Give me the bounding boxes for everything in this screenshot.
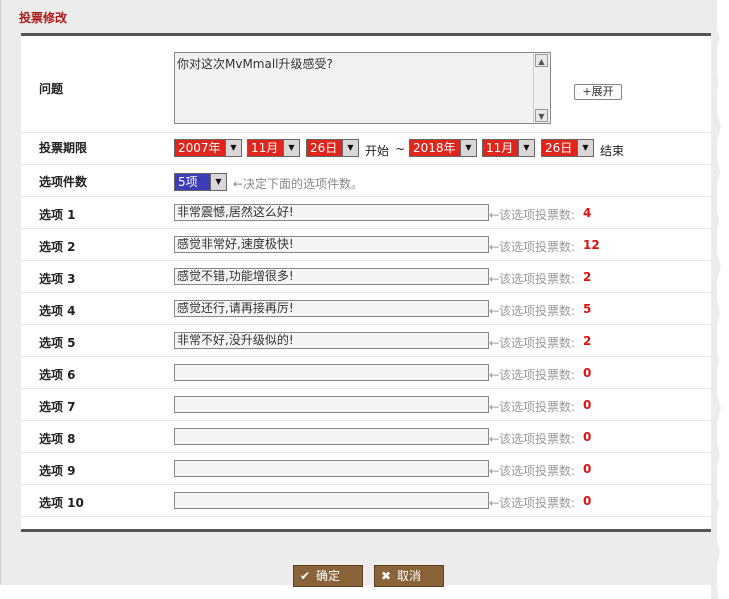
vote-count-value: 0 (583, 366, 592, 380)
start-year-value: 2007年 (178, 141, 221, 155)
vote-count-value: 0 (583, 462, 592, 476)
period-row: 投票期限 2007年 ▼ 11月 ▼ 26日 ▼ 开始 ~ 2018年 ▼ 11月 ▼ 2… (21, 133, 711, 165)
option-row: 选项 10 ←该选项投票数: 0 (21, 485, 711, 517)
vote-count-label: ←该选项投票数: (489, 432, 576, 446)
cancel-button[interactable]: ✖ 取消 (374, 565, 444, 587)
scroll-down-icon[interactable]: ▼ (535, 109, 548, 122)
check-icon: ✔ (300, 569, 311, 583)
end-day-select[interactable]: 26日 ▼ (541, 139, 594, 157)
end-month-select[interactable]: 11月 ▼ (482, 139, 535, 157)
option-input[interactable]: 感觉不错,功能增很多! (174, 268, 489, 285)
option-row: 选项 6 ←该选项投票数: 0 (21, 357, 711, 389)
end-year-select[interactable]: 2018年 ▼ (409, 139, 477, 157)
option-row: 选项 4 感觉还行,请再接再厉! ←该选项投票数: 5 (21, 293, 711, 325)
vote-count-value: 5 (583, 302, 592, 316)
vote-count-value: 0 (583, 398, 592, 412)
question-text: 你对这次MvMmall升级感受? (177, 57, 333, 71)
vote-count-label: ←该选项投票数: (489, 496, 576, 510)
option-input[interactable] (174, 460, 489, 477)
option-label: 选项 2 (39, 240, 76, 254)
option-label: 选项 1 (39, 208, 76, 222)
option-label: 选项 9 (39, 464, 76, 478)
option-label: 选项 8 (39, 432, 76, 446)
option-row: 选项 5 非常不好,没升级似的! ←该选项投票数: 2 (21, 325, 711, 357)
page-frame: 投票修改 问题 你对这次MvMmall升级感受? ▲ ▼ +展开 投票期限 20… (0, 0, 717, 587)
start-month-value: 11月 (251, 141, 279, 155)
option-row: 选项 7 ←该选项投票数: 0 (21, 389, 711, 421)
chevron-down-icon: ▼ (577, 140, 593, 156)
option-input[interactable]: 感觉非常好,速度极快! (174, 236, 489, 253)
option-label: 选项 10 (39, 496, 84, 510)
option-count-label: 选项件数 (39, 175, 88, 189)
option-label: 选项 3 (39, 272, 76, 286)
vote-count-label: ←该选项投票数: (489, 400, 576, 414)
option-count-row: 选项件数 5项 ▼ ←决定下面的选项件数。 (21, 165, 711, 197)
option-row: 选项 2 感觉非常好,速度极快! ←该选项投票数: 12 (21, 229, 711, 261)
option-input[interactable] (174, 428, 489, 445)
vote-count-value: 12 (583, 238, 600, 252)
option-input[interactable]: 非常震憾,居然这么好! (174, 204, 489, 221)
end-day-value: 26日 (545, 141, 573, 155)
option-input[interactable] (174, 396, 489, 413)
question-row: 问题 你对这次MvMmall升级感受? ▲ ▼ +展开 (21, 36, 711, 133)
vote-count-label: ←该选项投票数: (489, 272, 576, 286)
torn-edge-decoration (711, 0, 721, 599)
option-count-select[interactable]: 5项 ▼ (174, 173, 227, 191)
option-row: 选项 1 非常震憾,居然这么好! ←该选项投票数: 4 (21, 197, 711, 229)
vote-count-label: ←该选项投票数: (489, 240, 576, 254)
end-word: 结束 (600, 144, 625, 158)
start-month-select[interactable]: 11月 ▼ (247, 139, 300, 157)
start-day-select[interactable]: 26日 ▼ (306, 139, 359, 157)
close-icon: ✖ (381, 569, 392, 583)
vote-count-value: 0 (583, 494, 592, 508)
option-count-value: 5项 (178, 175, 198, 189)
option-row: 选项 8 ←该选项投票数: 0 (21, 421, 711, 453)
confirm-label: 确定 (316, 569, 341, 583)
option-input[interactable]: 非常不好,没升级似的! (174, 332, 489, 349)
cancel-label: 取消 (397, 569, 422, 583)
option-input[interactable]: 感觉还行,请再接再厉! (174, 300, 489, 317)
vote-form-panel: 问题 你对这次MvMmall升级感受? ▲ ▼ +展开 投票期限 2007年 ▼ … (21, 33, 711, 532)
start-day-value: 26日 (310, 141, 338, 155)
vote-count-label: ←该选项投票数: (489, 336, 576, 350)
option-label: 选项 6 (39, 368, 76, 382)
end-month-value: 11月 (486, 141, 514, 155)
vote-count-value: 2 (583, 270, 592, 284)
chevron-down-icon: ▼ (283, 140, 299, 156)
chevron-down-icon: ▼ (342, 140, 358, 156)
option-input[interactable] (174, 364, 489, 381)
option-label: 选项 7 (39, 400, 76, 414)
option-label: 选项 5 (39, 336, 76, 350)
range-tilde: ~ (395, 142, 406, 156)
option-row: 选项 9 ←该选项投票数: 0 (21, 453, 711, 485)
page-title: 投票修改 (19, 11, 68, 25)
confirm-button[interactable]: ✔ 确定 (293, 565, 363, 587)
option-label: 选项 4 (39, 304, 76, 318)
vote-count-label: ←该选项投票数: (489, 208, 576, 222)
start-year-select[interactable]: 2007年 ▼ (174, 139, 242, 157)
end-year-value: 2018年 (413, 141, 456, 155)
question-textarea[interactable]: 你对这次MvMmall升级感受? ▲ ▼ (174, 52, 551, 124)
vote-count-value: 4 (583, 206, 592, 220)
scroll-up-icon[interactable]: ▲ (535, 54, 548, 67)
vote-count-label: ←该选项投票数: (489, 464, 576, 478)
option-input[interactable] (174, 492, 489, 509)
vote-count-value: 0 (583, 430, 592, 444)
option-row: 选项 3 感觉不错,功能增很多! ←该选项投票数: 2 (21, 261, 711, 293)
vote-count-value: 2 (583, 334, 592, 348)
chevron-down-icon: ▼ (518, 140, 534, 156)
vote-count-label: ←该选项投票数: (489, 304, 576, 318)
option-count-hint: ←决定下面的选项件数。 (233, 177, 364, 191)
vote-count-label: ←该选项投票数: (489, 368, 576, 382)
chevron-down-icon: ▼ (460, 140, 476, 156)
expand-button[interactable]: +展开 (574, 84, 622, 100)
question-label: 问题 (39, 82, 64, 96)
chevron-down-icon: ▼ (225, 140, 241, 156)
start-word: 开始 (365, 144, 390, 158)
textarea-scrollbar[interactable]: ▲ ▼ (533, 53, 550, 123)
chevron-down-icon: ▼ (210, 174, 226, 190)
period-label: 投票期限 (39, 141, 88, 155)
